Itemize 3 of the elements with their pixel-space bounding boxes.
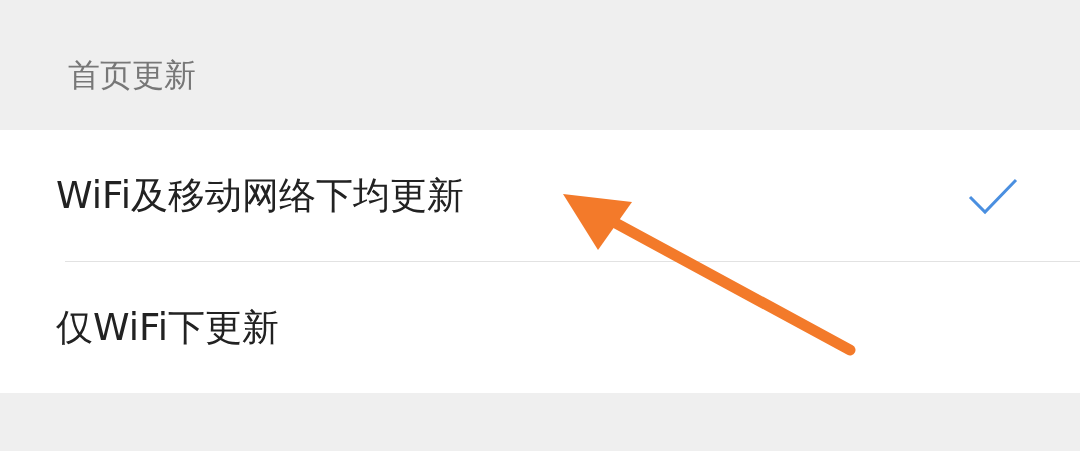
- section-title: 首页更新: [68, 55, 196, 96]
- option-item[interactable]: 仅WiFi下更新: [0, 262, 1080, 393]
- option-item[interactable]: WiFi及移动网络下均更新: [0, 130, 1080, 261]
